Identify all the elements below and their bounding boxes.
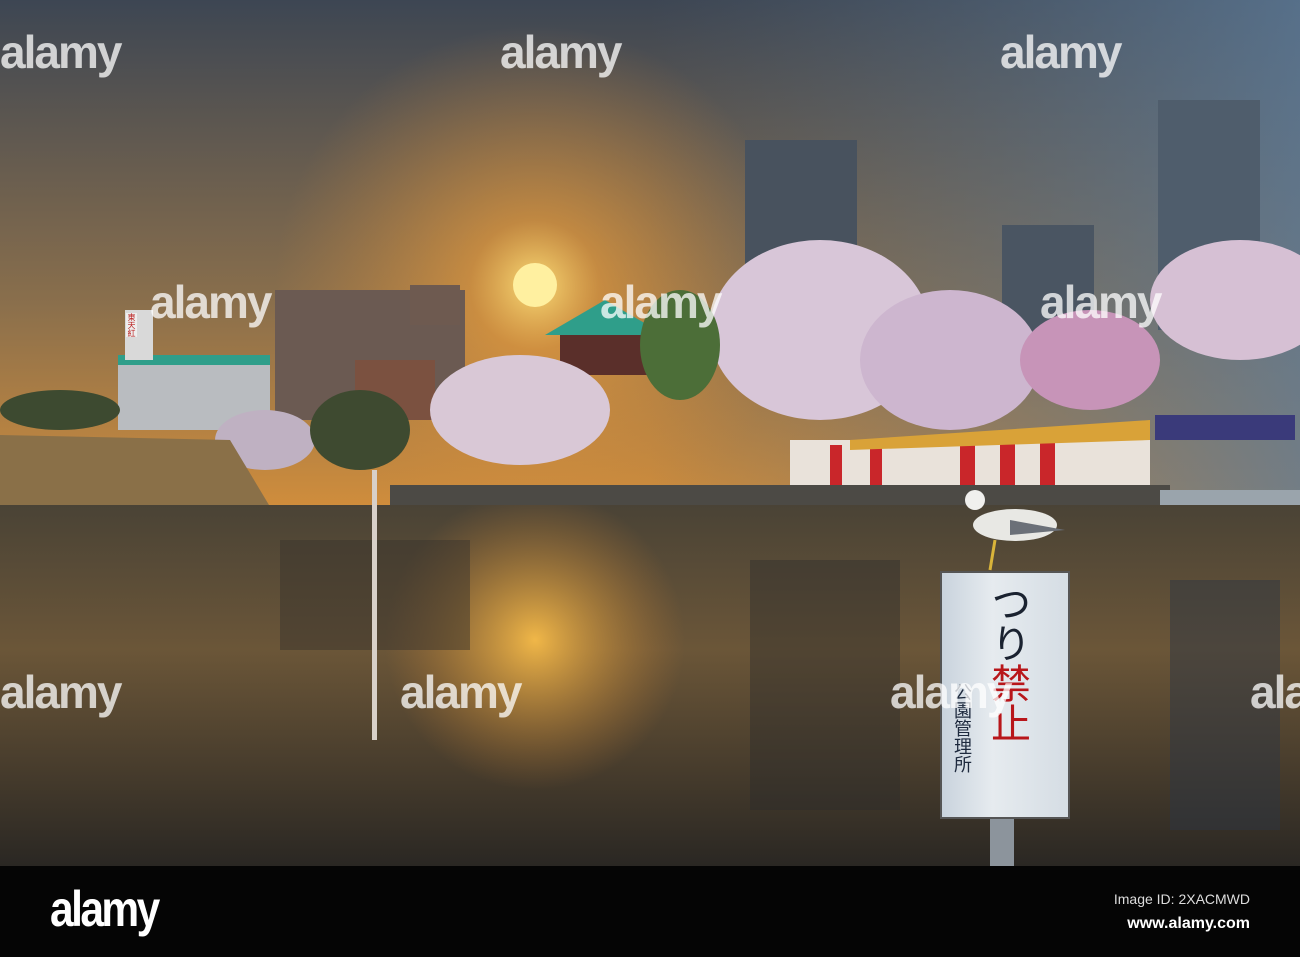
sign-text-fishing: つり (984, 583, 1030, 663)
watermark: alamy (890, 666, 1012, 718)
stock-photo: つり禁止 公園管理所 東天紅 alamy alamy alamy alamy a… (0, 0, 1300, 957)
footer-bar: alamy Image ID: 2XACMWD www.alamy.com (0, 866, 1300, 957)
watermark: alamy (600, 276, 722, 328)
website-link: www.alamy.com (1127, 915, 1250, 932)
watermark: alamy (0, 26, 122, 78)
watermark: alamy (400, 666, 522, 718)
image-id: Image ID: 2XACMWD (1113, 891, 1250, 907)
watermark: alamy (1000, 26, 1122, 78)
watermark: alamy (1250, 666, 1300, 718)
watermark: alamy (500, 26, 622, 78)
sun (513, 263, 557, 307)
building-sign: 東天紅 (126, 313, 137, 337)
watermark: alamy (0, 666, 122, 718)
watermark: alamy (1040, 276, 1162, 328)
watermark: alamy (150, 276, 272, 328)
sunset-pond-photo (0, 0, 1300, 866)
alamy-logo: alamy (50, 881, 160, 937)
